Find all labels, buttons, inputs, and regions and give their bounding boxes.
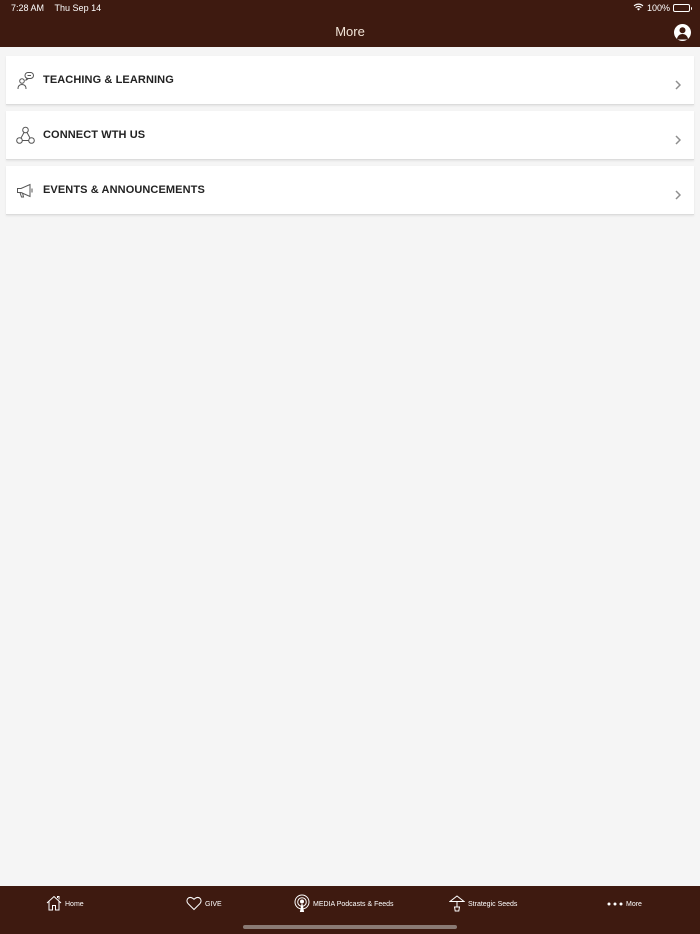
chevron-right-icon [675, 132, 682, 145]
tab-label: More [626, 900, 642, 908]
seedling-icon [448, 894, 466, 914]
menu-item-connect-with-us[interactable]: CONNECT WTH US [6, 111, 694, 160]
status-bar-left: 7:28 AM Thu Sep 14 [11, 3, 101, 13]
menu-item-label: CONNECT WTH US [43, 129, 146, 141]
tab-home[interactable]: Home [46, 894, 84, 914]
home-indicator [243, 925, 457, 929]
network-icon [16, 126, 35, 145]
status-bar-right: 100% [633, 3, 692, 13]
menu-item-label: TEACHING & LEARNING [43, 74, 174, 86]
tab-label: Strategic Seeds [468, 900, 518, 908]
battery-icon [673, 4, 692, 12]
tab-strategic-seeds[interactable]: Strategic Seeds [448, 894, 518, 914]
menu-item-events-announcements[interactable]: EVENTS & ANNOUNCEMENTS [6, 166, 694, 215]
user-profile-icon[interactable] [674, 24, 691, 41]
tab-label: MEDIA Podcasts & Feeds [313, 900, 394, 908]
page-title: More [335, 24, 365, 39]
battery-percent: 100% [646, 3, 670, 13]
wifi-icon [633, 3, 644, 13]
chevron-right-icon [675, 187, 682, 200]
heart-icon [186, 895, 202, 913]
status-date: Thu Sep 14 [54, 3, 102, 13]
menu-item-label: EVENTS & ANNOUNCEMENTS [43, 184, 205, 196]
tab-more[interactable]: More [607, 894, 642, 914]
teaching-icon [16, 71, 35, 90]
tab-give[interactable]: GIVE [186, 894, 222, 914]
tab-media[interactable]: MEDIA Podcasts & Feeds [294, 894, 394, 914]
more-dots-icon [607, 901, 623, 908]
menu-item-teaching-learning[interactable]: TEACHING & LEARNING [6, 56, 694, 105]
tab-label: Home [65, 900, 84, 908]
status-time: 7:28 AM [11, 3, 45, 13]
chevron-right-icon [675, 77, 682, 90]
tab-label: GIVE [205, 900, 222, 908]
podcast-icon [294, 894, 310, 914]
top-bar: 7:28 AM Thu Sep 14 100% More [0, 0, 700, 47]
status-bar: 7:28 AM Thu Sep 14 100% [11, 3, 692, 17]
home-icon [46, 895, 62, 913]
more-menu-list: TEACHING & LEARNING CONNECT WTH US EVENT… [6, 56, 694, 221]
megaphone-icon [16, 181, 35, 200]
